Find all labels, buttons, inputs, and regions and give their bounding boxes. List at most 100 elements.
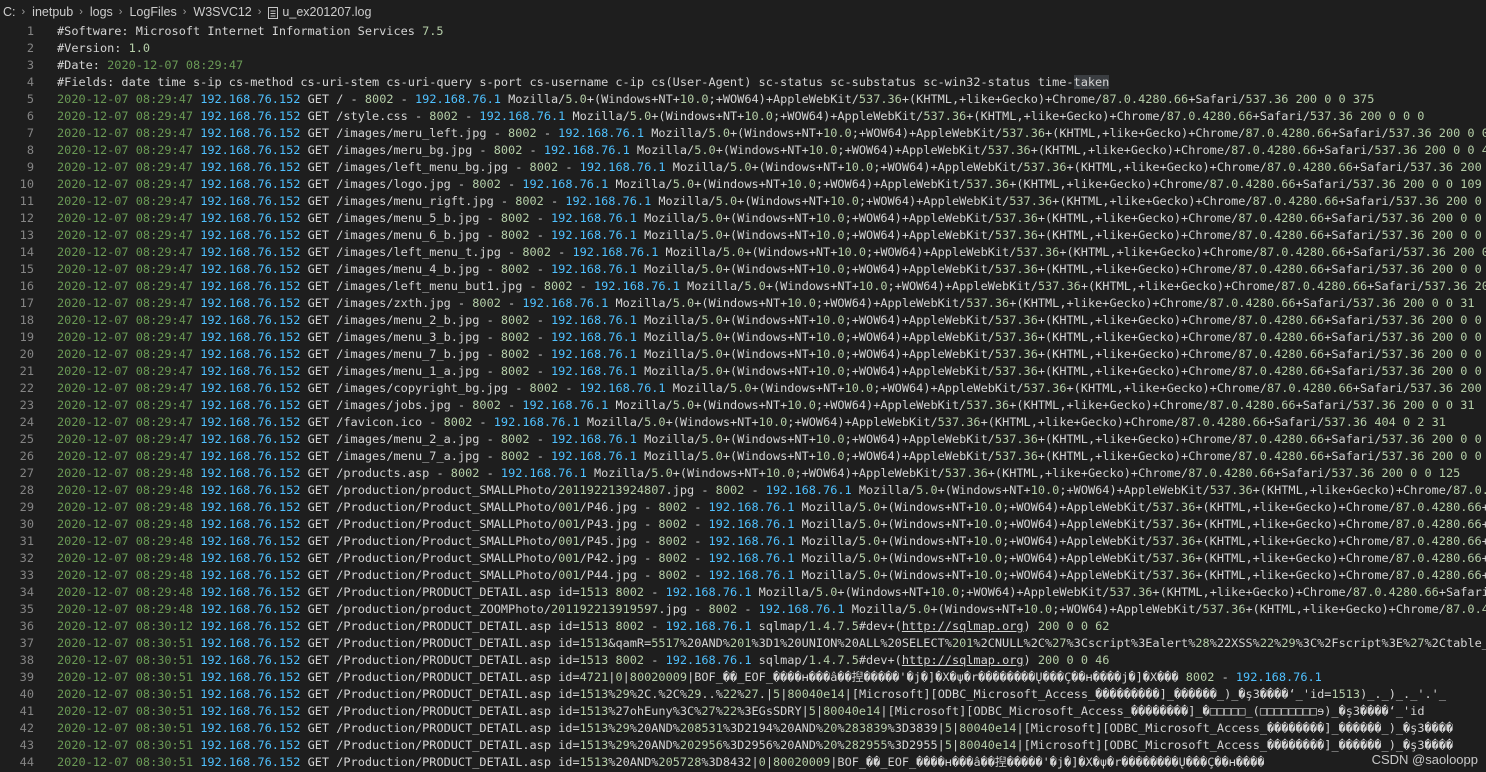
token: 1513 <box>579 619 609 633</box>
token: Mozilla/ <box>500 92 566 106</box>
url-link[interactable]: http://sqlmap.org <box>902 653 1024 667</box>
editor-text-area[interactable]: 1 #Software: Microsoft Internet Informati… <box>0 23 1486 772</box>
code-line[interactable]: 41 2020-12-07 08:30:51 192.168.76.152 GET… <box>0 703 1486 720</box>
token: 5.0 <box>701 347 723 361</box>
breadcrumb-logs[interactable]: logs <box>90 5 113 19</box>
code-line[interactable]: 15 2020-12-07 08:29:47 192.168.76.152 GET… <box>0 261 1486 278</box>
code-line[interactable]: 26 2020-12-07 08:29:47 192.168.76.152 GET… <box>0 448 1486 465</box>
token: +(KHTML,+like+Gecko)+Chrome/ <box>1037 211 1239 225</box>
token: 8002 <box>472 398 501 412</box>
code-line[interactable]: 16 2020-12-07 08:29:47 192.168.76.152 GET… <box>0 278 1486 295</box>
code-line[interactable]: 10 2020-12-07 08:29:47 192.168.76.152 GET… <box>0 176 1486 193</box>
token: +(KHTML,+like+Gecko)+Chrome/ <box>1052 194 1253 208</box>
code-line[interactable]: 28 2020-12-07 08:29:48 192.168.76.152 GET… <box>0 482 1486 499</box>
token: 8002 <box>443 415 473 429</box>
code-line[interactable]: 30 2020-12-07 08:29:48 192.168.76.152 GET… <box>0 516 1486 533</box>
token: 5.0 <box>858 517 881 531</box>
code-line[interactable]: 40 2020-12-07 08:30:51 192.168.76.152 GET… <box>0 686 1486 703</box>
token: ;+WOW64)+AppleWebKit/ <box>866 245 1017 259</box>
code-line[interactable]: 1 #Software: Microsoft Internet Informati… <box>0 23 1486 40</box>
token: GET /Production/PRODUCT_DETAIL.asp id= <box>300 687 580 701</box>
code-line[interactable]: 38 2020-12-07 08:30:51 192.168.76.152 GET… <box>0 652 1486 669</box>
token: Mozilla/ <box>794 568 859 582</box>
token: 8002 <box>500 228 530 242</box>
token: +(Windows+NT+ <box>930 602 1024 616</box>
code-line[interactable]: 44 2020-12-07 08:30:51 192.168.76.152 GET… <box>0 754 1486 771</box>
token: +(Windows+NT+ <box>722 228 816 242</box>
token: 537.36 <box>1424 279 1468 293</box>
line-text: 2020-12-07 08:30:51 192.168.76.152 GET /… <box>57 737 1453 754</box>
code-line[interactable]: 35 2020-12-07 08:29:48 192.168.76.152 GET… <box>0 601 1486 618</box>
code-line[interactable]: 6 2020-12-07 08:29:47 192.168.76.152 GET … <box>0 108 1486 125</box>
token: Mozilla/ <box>851 483 917 497</box>
code-line[interactable]: 24 2020-12-07 08:29:47 192.168.76.152 GET… <box>0 414 1486 431</box>
code-line[interactable]: 4 #Fields: date time s-ip cs-method cs-ur… <box>0 74 1486 91</box>
breadcrumb-w3svc12[interactable]: W3SVC12 <box>193 5 251 19</box>
token: 192.168.76.152 <box>200 653 301 667</box>
line-number: 16 <box>19 279 34 293</box>
code-line[interactable]: 14 2020-12-07 08:29:47 192.168.76.152 GET… <box>0 244 1486 261</box>
token: 201 <box>730 636 752 650</box>
code-line[interactable]: 21 2020-12-07 08:29:47 192.168.76.152 GET… <box>0 363 1486 380</box>
breadcrumb-inetpub[interactable]: inetpub <box>32 5 73 19</box>
code-line[interactable]: 22 2020-12-07 08:29:47 192.168.76.152 GET… <box>0 380 1486 397</box>
token: 4721 <box>579 670 609 684</box>
token: 537.36 <box>1202 602 1246 616</box>
code-line[interactable]: 33 2020-12-07 08:29:48 192.168.76.152 GET… <box>0 567 1486 584</box>
token: 10.0 <box>823 126 852 140</box>
token: 200 0 0 46 <box>1424 143 1486 157</box>
code-line[interactable]: 36 2020-12-07 08:30:12 192.168.76.152 GET… <box>0 618 1486 635</box>
code-line[interactable]: 27 2020-12-07 08:29:48 192.168.76.152 GET… <box>0 465 1486 482</box>
code-line[interactable]: 23 2020-12-07 08:29:47 192.168.76.152 GET… <box>0 397 1486 414</box>
token: +(KHTML,+like+Gecko)+Chrome/ <box>1045 126 1246 140</box>
token: 192.168.76.1 <box>522 398 609 412</box>
token: 80020009 <box>772 755 831 769</box>
code-line[interactable]: 32 2020-12-07 08:29:48 192.168.76.152 GET… <box>0 550 1486 567</box>
token: GET /images/menu_2_b.jpg - <box>300 313 501 327</box>
code-line[interactable]: 18 2020-12-07 08:29:47 192.168.76.152 GET… <box>0 312 1486 329</box>
code-line[interactable]: 5 2020-12-07 08:29:47 192.168.76.152 GET … <box>0 91 1486 108</box>
token: 0 <box>615 670 623 684</box>
code-line[interactable]: 29 2020-12-07 08:29:48 192.168.76.152 GET… <box>0 499 1486 516</box>
line-text: 2020-12-07 08:29:48 192.168.76.152 GET /… <box>57 499 1486 516</box>
code-line[interactable]: 8 2020-12-07 08:29:47 192.168.76.152 GET … <box>0 142 1486 159</box>
code-line[interactable]: 31 2020-12-07 08:29:48 192.168.76.152 GET… <box>0 533 1486 550</box>
token: +(KHTML,+like+Gecko)+Chrome/ <box>1195 500 1396 514</box>
token: 537.36 <box>858 92 902 106</box>
token: 537.36 <box>994 330 1038 344</box>
code-line[interactable]: 25 2020-12-07 08:29:47 192.168.76.152 GET… <box>0 431 1486 448</box>
token: 2020-12-07 08:29:47 <box>57 92 194 106</box>
url-link[interactable]: http://sqlmap.org <box>902 619 1024 633</box>
token: 8002 <box>500 432 530 446</box>
code-line[interactable]: 7 2020-12-07 08:29:47 192.168.76.152 GET … <box>0 125 1486 142</box>
code-line[interactable]: 34 2020-12-07 08:29:48 192.168.76.152 GET… <box>0 584 1486 601</box>
code-line[interactable]: 37 2020-12-07 08:30:51 192.168.76.152 GET… <box>0 635 1486 652</box>
token: 192.168.76.1 <box>493 415 580 429</box>
code-line[interactable]: 17 2020-12-07 08:29:47 192.168.76.152 GET… <box>0 295 1486 312</box>
token: Mozilla/ <box>636 449 702 463</box>
token: 192.168.76.152 <box>200 602 301 616</box>
token: 192.168.76.152 <box>200 211 301 225</box>
token: ;+WOW64)+AppleWebKit/ <box>837 143 988 157</box>
token: +(KHTML,+like+Gecko)+Chrome/ <box>1037 313 1239 327</box>
code-line[interactable]: 12 2020-12-07 08:29:47 192.168.76.152 GET… <box>0 210 1486 227</box>
token: GET /Production/PRODUCT_DETAIL.asp id= <box>300 704 580 718</box>
token: 200 0 0 46 <box>1460 160 1482 174</box>
token: +Safari/ <box>1324 313 1382 327</box>
breadcrumb-logfiles[interactable]: LogFiles <box>129 5 176 19</box>
breadcrumb-file[interactable]: u_ex201207.log <box>282 5 371 19</box>
code-line[interactable]: 11 2020-12-07 08:29:47 192.168.76.152 GET… <box>0 193 1486 210</box>
code-line[interactable]: 3 #Date: 2020-12-07 08:29:47 <box>0 57 1486 74</box>
code-line[interactable]: 39 2020-12-07 08:30:51 192.168.76.152 GET… <box>0 669 1486 686</box>
token: 87.0.4280.66 <box>1238 449 1325 463</box>
breadcrumb-drive[interactable]: C: <box>3 5 16 19</box>
code-line[interactable]: 2 #Version: 1.0 <box>0 40 1486 57</box>
code-line[interactable]: 42 2020-12-07 08:30:51 192.168.76.152 GET… <box>0 720 1486 737</box>
code-line[interactable]: 19 2020-12-07 08:29:47 192.168.76.152 GET… <box>0 329 1486 346</box>
code-line[interactable]: 43 2020-12-07 08:30:51 192.168.76.152 GET… <box>0 737 1486 754</box>
code-line[interactable]: 13 2020-12-07 08:29:47 192.168.76.152 GET… <box>0 227 1486 244</box>
code-line[interactable]: 20 2020-12-07 08:29:47 192.168.76.152 GET… <box>0 346 1486 363</box>
code-line[interactable]: 9 2020-12-07 08:29:47 192.168.76.152 GET … <box>0 159 1486 176</box>
